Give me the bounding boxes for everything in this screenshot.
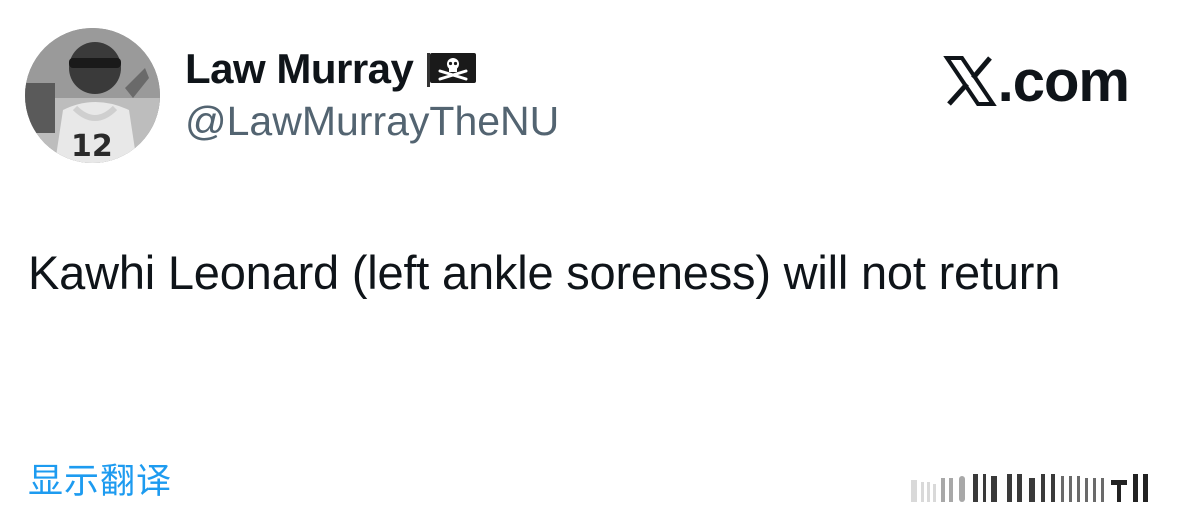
author-name-row: Law Murray — [185, 42, 479, 96]
translate-link[interactable]: 显示翻译 — [28, 453, 172, 504]
pirate-flag-icon — [427, 51, 479, 87]
author-avatar[interactable]: 12 — [25, 28, 160, 163]
svg-text:12: 12 — [71, 129, 113, 163]
tweet-text: Kawhi Leonard (left ankle soreness) will… — [28, 246, 1061, 299]
x-logo-icon — [942, 56, 997, 106]
brand-domain-suffix: .com — [997, 48, 1130, 114]
watermark-pattern — [911, 470, 1161, 504]
avatar-image: 12 — [25, 28, 160, 163]
author-handle[interactable]: @LawMurrayTheNU — [185, 98, 559, 145]
x-com-brand: .com — [942, 48, 1130, 114]
author-display-name[interactable]: Law Murray — [185, 45, 414, 93]
